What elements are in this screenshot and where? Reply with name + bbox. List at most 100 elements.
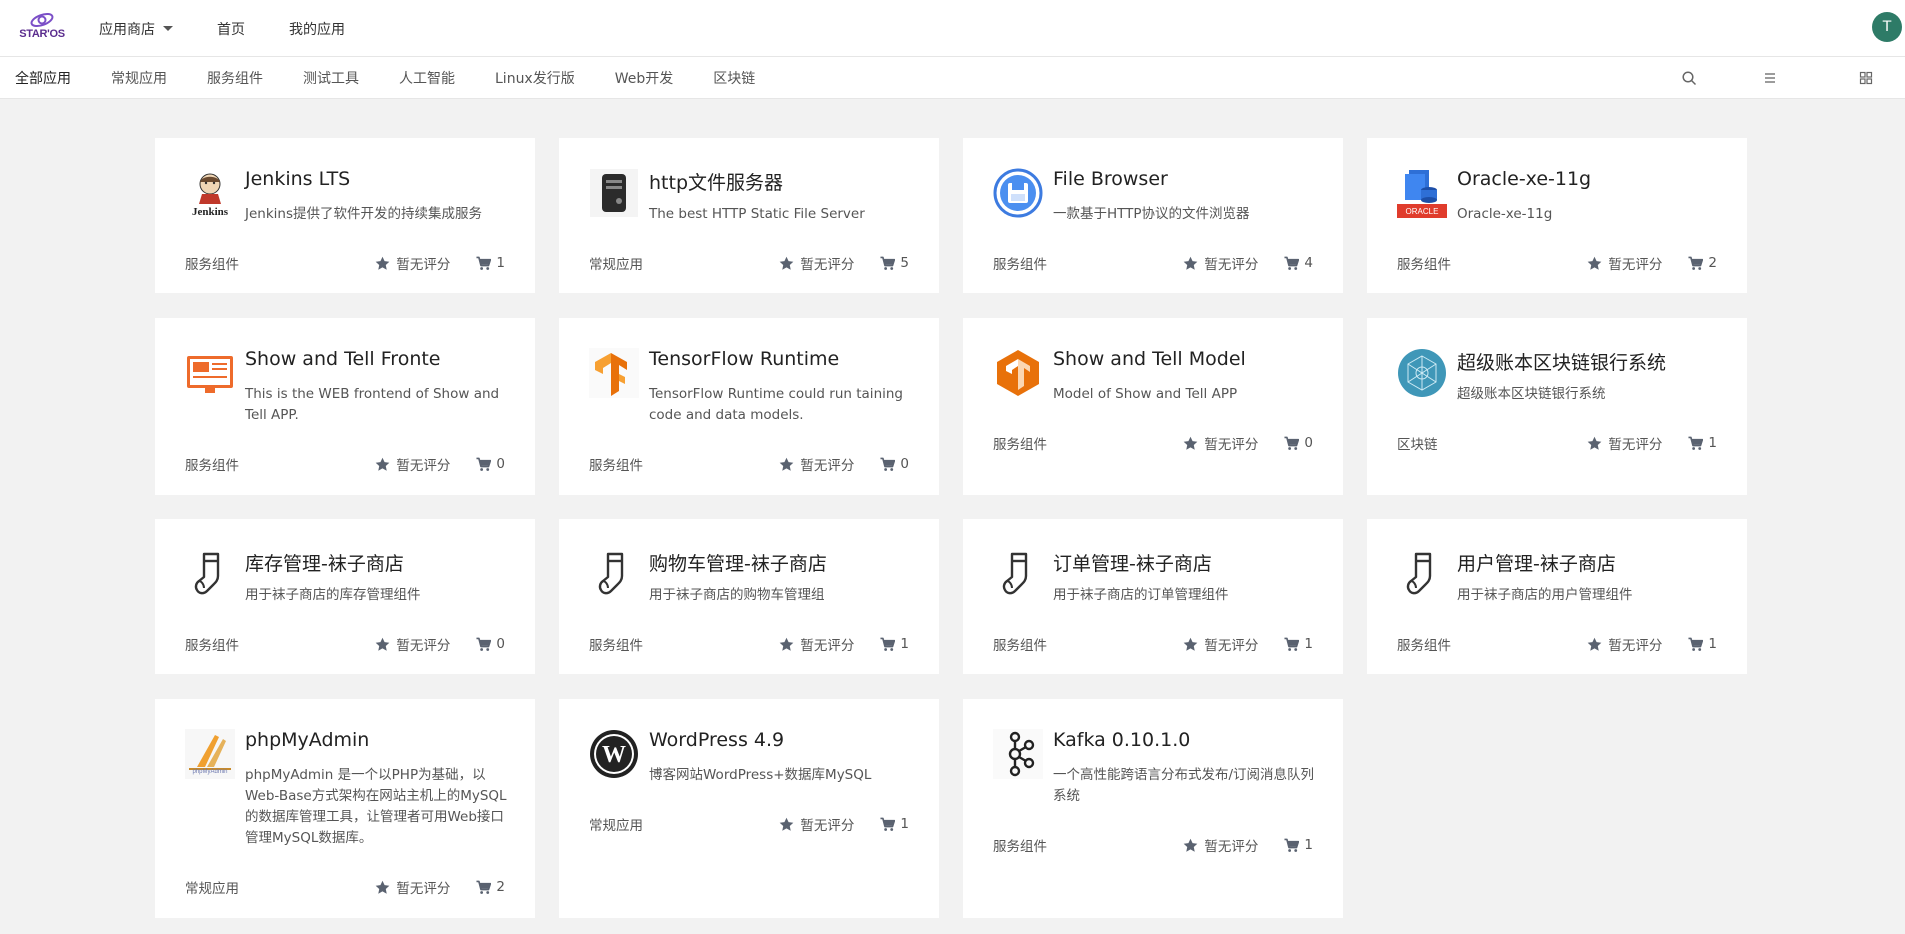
- app-name[interactable]: Show and Tell Fronte: [245, 348, 441, 370]
- app-name[interactable]: TensorFlow Runtime: [649, 348, 839, 370]
- tab-blockchain[interactable]: 区块链: [713, 68, 755, 88]
- app-description: The best HTTP Static File Server: [649, 204, 917, 225]
- app-card[interactable]: 超级账本区块链银行系统 超级账本区块链银行系统 区块链 暂无评分 1: [1367, 318, 1747, 495]
- app-name[interactable]: Kafka 0.10.1.0: [1053, 729, 1190, 751]
- cart-icon: [1688, 637, 1703, 652]
- install-count: 4: [1284, 255, 1313, 271]
- app-card[interactable]: 购物车管理-袜子商店 用于袜子商店的购物车管理组 服务组件 暂无评分 1: [559, 519, 939, 674]
- rating-text: 暂无评分: [800, 814, 854, 834]
- top-navbar: STAR'OS 应用商店 首页 我的应用 T: [0, 0, 1905, 57]
- svg-text:Jenkins: Jenkins: [192, 206, 229, 218]
- user-avatar[interactable]: T: [1872, 12, 1902, 42]
- staros-logo[interactable]: STAR'OS: [16, 10, 68, 48]
- kafka-icon: [993, 729, 1043, 779]
- cart-icon: [1284, 637, 1299, 652]
- nav-my-apps[interactable]: 我的应用: [289, 19, 345, 39]
- app-name[interactable]: 购物车管理-袜子商店: [649, 549, 827, 576]
- grid-view-icon[interactable]: [1858, 70, 1874, 86]
- app-name[interactable]: 用户管理-袜子商店: [1457, 549, 1616, 576]
- rating: 暂无评分: [375, 634, 450, 654]
- app-name[interactable]: phpMyAdmin: [245, 729, 369, 751]
- install-count-value: 0: [496, 636, 505, 652]
- svg-text:W: W: [602, 742, 626, 768]
- app-category: 常规应用: [589, 253, 779, 273]
- app-card[interactable]: ORACLE Oracle-xe-11g Oracle-xe-11g 服务组件 …: [1367, 138, 1747, 293]
- svg-text:ORACLE: ORACLE: [1406, 207, 1439, 216]
- app-card[interactable]: 库存管理-袜子商店 用于袜子商店的库存管理组件 服务组件 暂无评分 0: [155, 519, 535, 674]
- card-footer: 服务组件 暂无评分 1: [185, 253, 505, 273]
- card-footer: 服务组件 暂无评分 0: [589, 454, 909, 474]
- app-card[interactable]: phpMyAdmin phpMyAdmin phpMyAdmin 是一个以PHP…: [155, 699, 535, 918]
- app-name[interactable]: 超级账本区块链银行系统: [1457, 348, 1666, 375]
- search-icon[interactable]: [1681, 70, 1697, 86]
- nav-app-store[interactable]: 应用商店: [99, 19, 173, 39]
- install-count: 1: [1284, 837, 1313, 853]
- rating-text: 暂无评分: [1608, 253, 1662, 273]
- app-name[interactable]: Show and Tell Model: [1053, 348, 1246, 370]
- nav-app-store-label: 应用商店: [99, 19, 155, 39]
- app-description: 超级账本区块链银行系统: [1457, 384, 1725, 405]
- svg-text:phpMyAdmin: phpMyAdmin: [192, 769, 227, 775]
- install-count-value: 0: [900, 456, 909, 472]
- app-card[interactable]: Show and Tell Fronte This is the WEB fro…: [155, 318, 535, 495]
- app-card[interactable]: 订单管理-袜子商店 用于袜子商店的订单管理组件 服务组件 暂无评分 1: [963, 519, 1343, 674]
- cart-icon: [1284, 436, 1299, 451]
- card-footer: 常规应用 暂无评分 2: [185, 877, 505, 897]
- star-icon: [1587, 637, 1602, 652]
- tab-ai[interactable]: 人工智能: [399, 68, 455, 88]
- app-description: Jenkins提供了软件开发的持续集成服务: [245, 204, 513, 225]
- app-name[interactable]: File Browser: [1053, 168, 1168, 190]
- logo-text: STAR'OS: [19, 28, 65, 40]
- list-view-icon[interactable]: [1762, 70, 1778, 86]
- app-card[interactable]: Show and Tell Model Model of Show and Te…: [963, 318, 1343, 495]
- star-icon: [779, 637, 794, 652]
- install-count: 1: [880, 636, 909, 652]
- rating: 暂无评分: [779, 634, 854, 654]
- app-name[interactable]: 订单管理-袜子商店: [1053, 549, 1212, 576]
- app-card[interactable]: Jenkins Jenkins LTS Jenkins提供了软件开发的持续集成服…: [155, 138, 535, 293]
- card-footer: 服务组件 暂无评分 0: [993, 433, 1313, 453]
- app-card[interactable]: 用户管理-袜子商店 用于袜子商店的用户管理组件 服务组件 暂无评分 1: [1367, 519, 1747, 674]
- app-description: 一个高性能跨语言分布式发布/订阅消息队列系统: [1053, 765, 1321, 807]
- app-category: 常规应用: [589, 814, 779, 834]
- install-count: 1: [880, 816, 909, 832]
- category-tabs: 全部应用 常规应用 服务组件 测试工具 人工智能 Linux发行版 Web开发 …: [15, 57, 795, 98]
- tab-testing-tools[interactable]: 测试工具: [303, 68, 359, 88]
- install-count: 0: [1284, 435, 1313, 451]
- chevron-down-icon: [163, 26, 173, 31]
- rating-text: 暂无评分: [396, 253, 450, 273]
- tab-web-dev[interactable]: Web开发: [615, 68, 674, 88]
- tab-service-components[interactable]: 服务组件: [207, 68, 263, 88]
- star-icon: [779, 256, 794, 271]
- sock-icon: [589, 549, 639, 599]
- rating: 暂无评分: [779, 454, 854, 474]
- rating-text: 暂无评分: [396, 634, 450, 654]
- cart-icon: [476, 880, 491, 895]
- app-card[interactable]: Kafka 0.10.1.0 一个高性能跨语言分布式发布/订阅消息队列系统 服务…: [963, 699, 1343, 918]
- app-name[interactable]: Jenkins LTS: [245, 168, 350, 190]
- app-card[interactable]: TensorFlow Runtime TensorFlow Runtime co…: [559, 318, 939, 495]
- star-icon: [1183, 838, 1198, 853]
- rating: 暂无评分: [1183, 835, 1258, 855]
- app-name[interactable]: Oracle-xe-11g: [1457, 168, 1591, 190]
- app-description: Oracle-xe-11g: [1457, 204, 1725, 225]
- app-card[interactable]: W WordPress 4.9 博客网站WordPress+数据库MySQL 常…: [559, 699, 939, 918]
- app-name[interactable]: 库存管理-袜子商店: [245, 549, 404, 576]
- card-footer: 服务组件 暂无评分 4: [993, 253, 1313, 273]
- app-name[interactable]: WordPress 4.9: [649, 729, 784, 751]
- cart-icon: [476, 256, 491, 271]
- card-footer: 常规应用 暂无评分 5: [589, 253, 909, 273]
- app-card[interactable]: http文件服务器 The best HTTP Static File Serv…: [559, 138, 939, 293]
- tab-all-apps[interactable]: 全部应用: [15, 68, 71, 88]
- tab-linux-distros[interactable]: Linux发行版: [495, 68, 575, 88]
- app-card[interactable]: File Browser 一款基于HTTP协议的文件浏览器 服务组件 暂无评分 …: [963, 138, 1343, 293]
- nav-home[interactable]: 首页: [217, 19, 245, 39]
- rating: 暂无评分: [375, 877, 450, 897]
- wordpress-icon: W: [589, 729, 639, 779]
- app-name[interactable]: http文件服务器: [649, 168, 783, 195]
- app-category: 服务组件: [993, 253, 1183, 273]
- rating: 暂无评分: [1183, 634, 1258, 654]
- card-footer: 常规应用 暂无评分 1: [589, 814, 909, 834]
- tab-regular-apps[interactable]: 常规应用: [111, 68, 167, 88]
- install-count: 0: [476, 636, 505, 652]
